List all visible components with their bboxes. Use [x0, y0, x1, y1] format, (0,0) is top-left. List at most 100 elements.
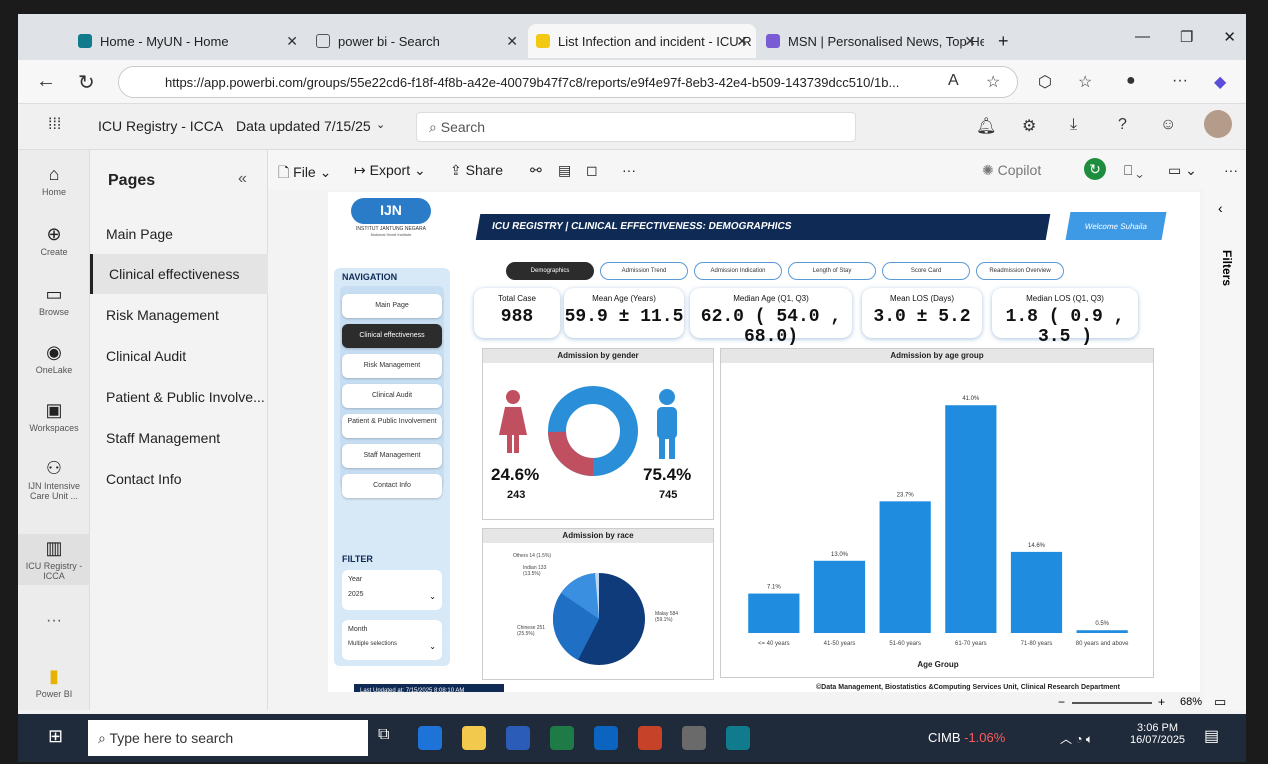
- notification-center-icon[interactable]: ▤: [1204, 726, 1219, 746]
- copilot-edge-icon[interactable]: ◆: [1214, 72, 1226, 92]
- rail-icu-workspace[interactable]: ⚇ IJN Intensive Care Unit ...: [18, 458, 90, 501]
- browser-tab[interactable]: power bi - Search ✕: [308, 24, 526, 58]
- minimize-icon[interactable]: —: [1135, 28, 1150, 46]
- x-axis-label: Age Group: [917, 660, 958, 669]
- tab-score-card[interactable]: Score Card: [882, 262, 970, 280]
- powerpoint-icon[interactable]: [638, 726, 662, 750]
- tab-admission-indication[interactable]: Admission Indication: [694, 262, 782, 280]
- nav-contact-info[interactable]: Contact Info: [342, 474, 442, 498]
- new-tab-button[interactable]: +: [990, 24, 1020, 58]
- feedback-icon[interactable]: ☺: [1160, 116, 1176, 134]
- fit-page-icon[interactable]: ▭: [1214, 694, 1226, 710]
- outlook-icon[interactable]: [594, 726, 618, 750]
- rail-icu-registry[interactable]: ▥ ICU Registry - ICCA: [18, 534, 90, 585]
- profile-icon[interactable]: ●: [1126, 72, 1136, 90]
- more-icon[interactable]: ···: [1224, 162, 1238, 178]
- nav-clinical-effectiveness[interactable]: Clinical effectiveness: [342, 324, 442, 348]
- nav-clinical-audit[interactable]: Clinical Audit: [342, 384, 442, 408]
- export-menu[interactable]: ↦ Export ⌄: [354, 162, 426, 179]
- rail-powerbi[interactable]: ▮ Power BI: [18, 666, 90, 699]
- search-input[interactable]: ⌕ Search: [416, 112, 856, 142]
- year-filter[interactable]: Year 2025 ⌄: [342, 570, 442, 610]
- zoom-slider[interactable]: [1072, 702, 1152, 704]
- nav-staff-management[interactable]: Staff Management: [342, 444, 442, 468]
- system-tray-icons[interactable]: ︿ ◔ 🔈︎: [1060, 730, 1093, 747]
- more-icon[interactable]: ···: [1172, 72, 1188, 90]
- filters-pane[interactable]: ‹ Filters: [1204, 190, 1246, 710]
- subscribe-icon[interactable]: ◻: [586, 162, 598, 179]
- tab-admission-trend[interactable]: Admission Trend: [600, 262, 688, 280]
- favorites-icon[interactable]: ☆: [1078, 72, 1092, 92]
- excel-icon[interactable]: [550, 726, 574, 750]
- close-icon[interactable]: ✕: [286, 33, 298, 50]
- refresh-icon[interactable]: ↻: [1084, 158, 1106, 180]
- close-icon[interactable]: ✕: [736, 33, 748, 50]
- app-icon[interactable]: [726, 726, 750, 750]
- share-button[interactable]: ⇪ Share: [450, 162, 503, 179]
- chevron-left-icon[interactable]: ‹: [1218, 200, 1223, 216]
- browser-tab[interactable]: Home - MyUN - Home ✕: [70, 24, 306, 58]
- data-updated[interactable]: Data updated 7/15/25: [236, 118, 371, 134]
- chevron-down-icon[interactable]: ⌄: [376, 118, 385, 131]
- close-window-icon[interactable]: ✕: [1223, 28, 1236, 46]
- page-item[interactable]: Main Page: [90, 214, 268, 254]
- read-aloud-icon[interactable]: A: [948, 72, 959, 90]
- page-item[interactable]: Staff Management: [90, 418, 268, 458]
- workspace-name[interactable]: ICU Registry - ICCA: [98, 118, 223, 134]
- browser-tab-active[interactable]: List Infection and incident - ICU R ✕: [528, 24, 756, 58]
- taskbar-search[interactable]: ⌕ Type here to search: [88, 720, 368, 756]
- close-icon[interactable]: ✕: [506, 33, 518, 50]
- task-view-icon[interactable]: ⧉: [378, 726, 389, 744]
- page-item[interactable]: Risk Management: [90, 295, 268, 335]
- download-icon[interactable]: ⤓: [1070, 116, 1077, 134]
- zoom-out-icon[interactable]: −: [1058, 695, 1065, 709]
- binoculars-icon[interactable]: ⚯: [530, 162, 542, 179]
- app-icon[interactable]: [682, 726, 706, 750]
- page-item[interactable]: Clinical Audit: [90, 336, 268, 376]
- more-options-icon[interactable]: ···: [622, 162, 636, 178]
- help-icon[interactable]: ?: [1118, 116, 1127, 134]
- rail-onelake[interactable]: ◉ OneLake: [18, 342, 90, 375]
- browser-tab[interactable]: MSN | Personalised News, Top He ✕: [758, 24, 984, 58]
- rail-more-icon[interactable]: ···: [18, 612, 90, 630]
- refresh-icon[interactable]: ↻: [78, 70, 95, 95]
- tab-readmission-overview[interactable]: Readmission Overview: [976, 262, 1064, 280]
- view-icon[interactable]: ▭ ⌄: [1168, 162, 1197, 179]
- extensions-icon[interactable]: ⬡: [1038, 72, 1052, 92]
- nav-main-page[interactable]: Main Page: [342, 294, 442, 318]
- month-filter[interactable]: Month Multiple selections ⌄: [342, 620, 442, 660]
- file-explorer-icon[interactable]: [462, 726, 486, 750]
- stock-ticker[interactable]: CIMB -1.06%: [928, 730, 1005, 745]
- notifications-icon[interactable]: 🔔︎: [976, 116, 996, 136]
- restore-icon[interactable]: ❐: [1180, 28, 1193, 46]
- rail-home[interactable]: ⌂ Home: [18, 164, 90, 197]
- clock[interactable]: 3:06 PM 16/07/2025: [1130, 722, 1185, 746]
- bookmark-icon[interactable]: ⎕ ⌄: [1124, 162, 1143, 179]
- nav-patient-public[interactable]: Patient & Public Involvement: [342, 414, 442, 438]
- collapse-icon[interactable]: «: [238, 170, 247, 188]
- settings-icon[interactable]: ⚙: [1022, 116, 1036, 136]
- zoom-in-icon[interactable]: +: [1158, 695, 1165, 709]
- back-icon[interactable]: ←: [36, 70, 56, 93]
- windows-start-icon[interactable]: ⊞: [48, 726, 63, 747]
- rail-workspaces[interactable]: ▣ Workspaces: [18, 400, 90, 433]
- word-icon[interactable]: [506, 726, 530, 750]
- comment-icon[interactable]: ▤: [558, 162, 571, 179]
- rail-create[interactable]: ⊕ Create: [18, 224, 90, 257]
- tab-demographics[interactable]: Demographics: [506, 262, 594, 280]
- url-field[interactable]: https://app.powerbi.com/groups/55e22cd6-…: [118, 66, 1018, 98]
- close-icon[interactable]: ✕: [964, 33, 976, 50]
- favorite-icon[interactable]: ☆: [986, 72, 1000, 92]
- file-menu[interactable]: 🗋︎ File ⌄: [278, 162, 331, 186]
- edge-icon[interactable]: [418, 726, 442, 750]
- page-item-selected[interactable]: Clinical effectiveness: [90, 254, 268, 294]
- tab-length-of-stay[interactable]: Length of Stay: [788, 262, 876, 280]
- avatar[interactable]: [1204, 110, 1232, 138]
- app-launcher-icon[interactable]: ⁞⁞⁞: [48, 116, 61, 134]
- copilot-button[interactable]: ✺ Copilot: [982, 162, 1041, 179]
- rail-browse[interactable]: ▭ Browse: [18, 284, 90, 317]
- zoom-control[interactable]: − + 68% ▭: [1058, 694, 1238, 712]
- page-item[interactable]: Contact Info: [90, 459, 268, 499]
- nav-risk-management[interactable]: Risk Management: [342, 354, 442, 378]
- page-item[interactable]: Patient & Public Involve...: [90, 377, 268, 417]
